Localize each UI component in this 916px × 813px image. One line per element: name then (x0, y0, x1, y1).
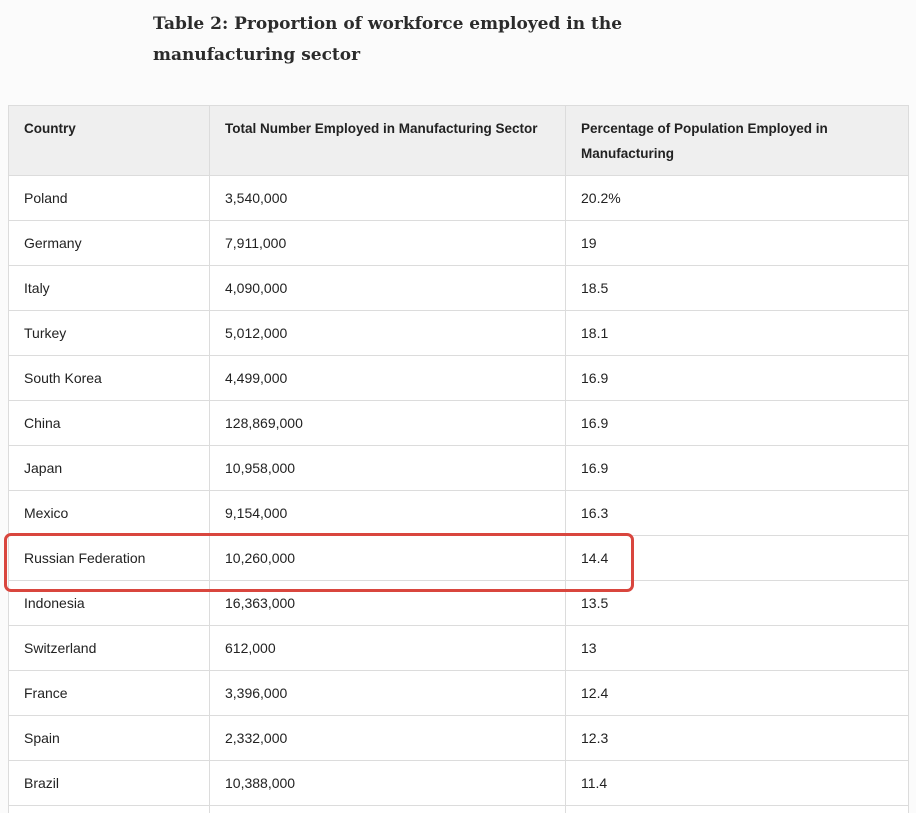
cell-country: France (8, 670, 210, 716)
cell-country: Russian Federation (8, 535, 210, 581)
table-row: Switzerland 612,000 13 (8, 625, 909, 671)
table-row: Indonesia 16,363,000 13.5 (8, 580, 909, 626)
table-row (8, 805, 909, 813)
cell-total: 7,911,000 (209, 220, 566, 266)
cell-total (209, 805, 566, 813)
cell-total: 10,260,000 (209, 535, 566, 581)
cell-percentage: 11.4 (565, 760, 909, 806)
cell-percentage: 13.5 (565, 580, 909, 626)
table-row: Spain 2,332,000 12.3 (8, 715, 909, 761)
cell-total: 612,000 (209, 625, 566, 671)
table-row: Mexico 9,154,000 16.3 (8, 490, 909, 536)
cell-country: Mexico (8, 490, 210, 536)
cell-total: 9,154,000 (209, 490, 566, 536)
cell-total: 3,540,000 (209, 175, 566, 221)
table-row: Poland 3,540,000 20.2% (8, 175, 909, 221)
cell-percentage: 16.9 (565, 445, 909, 491)
cell-percentage: 13 (565, 625, 909, 671)
cell-country: Japan (8, 445, 210, 491)
table-row: Turkey 5,012,000 18.1 (8, 310, 909, 356)
cell-percentage: 20.2% (565, 175, 909, 221)
table-title: Table 2: Proportion of workforce employe… (153, 14, 623, 65)
table-row: China 128,869,000 16.9 (8, 400, 909, 446)
cell-country: South Korea (8, 355, 210, 401)
cell-total: 4,499,000 (209, 355, 566, 401)
article-page: Table 2: Proportion of workforce employe… (0, 0, 916, 813)
cell-country: Indonesia (8, 580, 210, 626)
cell-total: 10,388,000 (209, 760, 566, 806)
cell-percentage: 16.9 (565, 355, 909, 401)
cell-country: Turkey (8, 310, 210, 356)
cell-percentage: 14.4 (565, 535, 909, 581)
cell-country (8, 805, 210, 813)
cell-total: 4,090,000 (209, 265, 566, 311)
cell-total: 10,958,000 (209, 445, 566, 491)
manufacturing-table: Country Total Number Employed in Manufac… (8, 105, 909, 813)
cell-total: 128,869,000 (209, 400, 566, 446)
cell-country: Switzerland (8, 625, 210, 671)
table-row: Germany 7,911,000 19 (8, 220, 909, 266)
cell-percentage: 18.1 (565, 310, 909, 356)
cell-percentage: 18.5 (565, 265, 909, 311)
cell-percentage: 12.4 (565, 670, 909, 716)
cell-country: China (8, 400, 210, 446)
cell-percentage: 12.3 (565, 715, 909, 761)
cell-country: Spain (8, 715, 210, 761)
cell-country: Italy (8, 265, 210, 311)
cell-percentage: 19 (565, 220, 909, 266)
table-row: South Korea 4,499,000 16.9 (8, 355, 909, 401)
table-row: Italy 4,090,000 18.5 (8, 265, 909, 311)
cell-country: Poland (8, 175, 210, 221)
cell-percentage: 16.9 (565, 400, 909, 446)
cell-percentage: 16.3 (565, 490, 909, 536)
cell-country: Brazil (8, 760, 210, 806)
table-row: Brazil 10,388,000 11.4 (8, 760, 909, 806)
cell-percentage (565, 805, 909, 813)
cell-total: 2,332,000 (209, 715, 566, 761)
cell-total: 5,012,000 (209, 310, 566, 356)
table-row: France 3,396,000 12.4 (8, 670, 909, 716)
table-row-highlighted: Russian Federation 10,260,000 14.4 (8, 535, 909, 581)
header-total-employed: Total Number Employed in Manufacturing S… (209, 105, 566, 176)
table-row: Japan 10,958,000 16.9 (8, 445, 909, 491)
cell-country: Germany (8, 220, 210, 266)
header-percentage: Percentage of Population Employed in Man… (565, 105, 909, 176)
cell-total: 16,363,000 (209, 580, 566, 626)
header-country: Country (8, 105, 210, 176)
table-header-row: Country Total Number Employed in Manufac… (8, 105, 909, 176)
cell-total: 3,396,000 (209, 670, 566, 716)
